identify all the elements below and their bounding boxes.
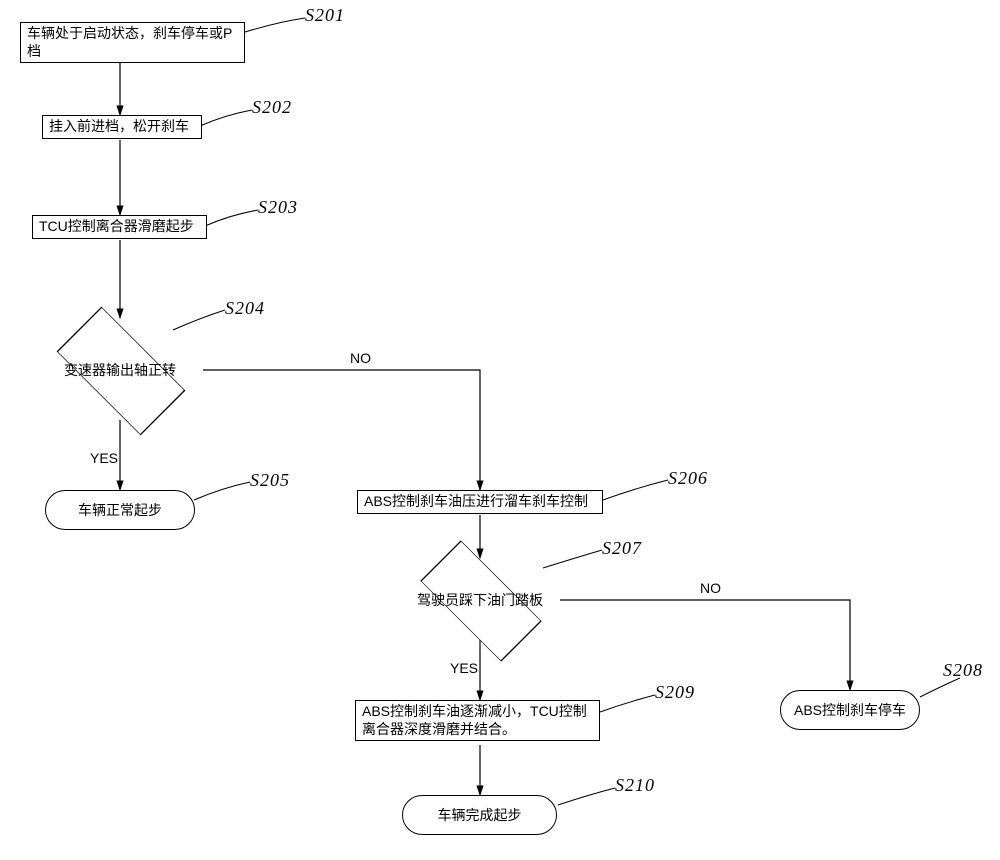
step-id-s207: S207: [602, 538, 642, 559]
edge-label-yes: YES: [90, 450, 118, 466]
terminator-text: 车辆完成起步: [438, 807, 522, 824]
step-text: ABS控制刹车油压进行溜车刹车控制: [364, 493, 588, 509]
step-id-s210: S210: [615, 775, 655, 796]
step-text: ABS控制刹车油逐渐减小，TCU控制离合器深度滑磨并结合。: [362, 703, 587, 737]
step-id-s203: S203: [258, 197, 298, 218]
edge-label-no-2: NO: [700, 580, 721, 596]
step-id-s208: S208: [943, 660, 983, 681]
decision-s204: 变速器输出轴正转: [48, 298, 192, 442]
terminator-text: 车辆正常起步: [78, 502, 162, 519]
terminator-s205: 车辆正常起步: [45, 490, 195, 530]
step-id-s201: S201: [305, 5, 345, 26]
terminator-s210: 车辆完成起步: [402, 795, 557, 835]
step-id-s202: S202: [252, 97, 292, 118]
edge-label-no: NO: [350, 350, 371, 366]
step-box-s201: 车辆处于启动状态，刹车停车或P档: [20, 22, 245, 63]
step-id-s206: S206: [668, 468, 708, 489]
step-text: 车辆处于启动状态，刹车停车或P档: [27, 25, 232, 59]
step-box-s206: ABS控制刹车油压进行溜车刹车控制: [357, 490, 603, 514]
step-text: TCU控制离合器滑磨起步: [39, 218, 194, 234]
terminator-text: ABS控制刹车停车: [794, 702, 906, 719]
step-id-s205: S205: [250, 470, 290, 491]
decision-s207: 驾驶员踩下油门踏板: [408, 528, 552, 672]
step-text: 挂入前进档，松开刹车: [49, 118, 189, 134]
step-box-s209: ABS控制刹车油逐渐减小，TCU控制离合器深度滑磨并结合。: [355, 700, 600, 741]
decision-text: 驾驶员踩下油门踏板: [417, 592, 543, 609]
step-box-s202: 挂入前进档，松开刹车: [42, 115, 202, 139]
step-box-s203: TCU控制离合器滑磨起步: [32, 215, 207, 239]
step-id-s204: S204: [225, 298, 265, 319]
step-id-s209: S209: [655, 682, 695, 703]
edge-label-yes-2: YES: [450, 660, 478, 676]
terminator-s208: ABS控制刹车停车: [780, 690, 920, 730]
decision-text: 变速器输出轴正转: [64, 362, 176, 379]
